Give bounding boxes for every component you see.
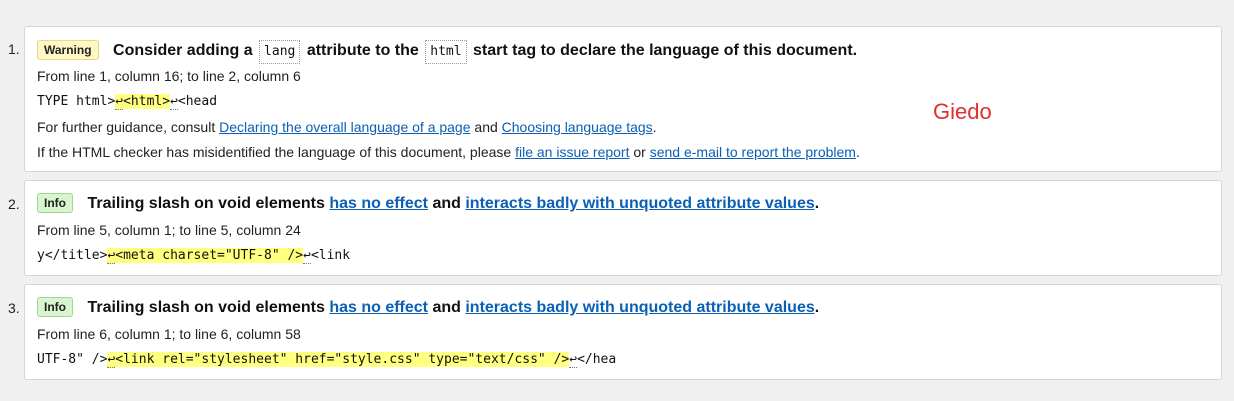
message-number: 1. bbox=[8, 41, 20, 57]
line-break-marker: ↩ bbox=[170, 94, 178, 110]
link-interacts-badly[interactable]: interacts badly with unquoted attribute … bbox=[465, 195, 814, 212]
message-summary: Warning Consider adding a lang attribute… bbox=[37, 40, 857, 64]
message-summary: Info Trailing slash on void elements has… bbox=[37, 297, 819, 317]
link-interacts-badly[interactable]: interacts badly with unquoted attribute … bbox=[465, 299, 814, 316]
message-text: attribute to the bbox=[306, 42, 419, 59]
message-summary: Info Trailing slash on void elements has… bbox=[37, 193, 819, 213]
message-info-trailing-slash: Info Trailing slash on void elements has… bbox=[24, 180, 1222, 276]
guidance-text: . bbox=[652, 119, 657, 135]
message-number: 3. bbox=[8, 300, 20, 316]
message-info-trailing-slash: Info Trailing slash on void elements has… bbox=[24, 284, 1222, 380]
link-send-email[interactable]: send e-mail to report the problem bbox=[650, 144, 856, 160]
extract-highlight: <link rel="stylesheet" href="style.css" … bbox=[115, 352, 570, 367]
extract-text: y</title> bbox=[37, 248, 108, 263]
message-number: 2. bbox=[8, 196, 20, 212]
extract-text: <head bbox=[177, 94, 218, 109]
extract-highlight: <meta charset="UTF-8" /> bbox=[115, 248, 304, 263]
extract-text: TYPE html> bbox=[37, 94, 116, 109]
extract-text: </hea bbox=[577, 352, 617, 367]
extract-text: UTF-8" /> bbox=[37, 352, 108, 367]
source-extract: TYPE html>↩<html>↩<head bbox=[37, 94, 218, 110]
report-text: If the HTML checker has misidentified th… bbox=[37, 144, 512, 160]
code-lang: lang bbox=[259, 40, 301, 64]
warning-badge: Warning bbox=[37, 40, 99, 60]
line-break-marker: ↩ bbox=[569, 352, 578, 368]
source-extract: y</title>↩<meta charset="UTF-8" />↩<link bbox=[37, 248, 351, 264]
report-text: . bbox=[855, 144, 860, 160]
message-text: Trailing slash on void elements bbox=[87, 195, 325, 212]
link-file-issue[interactable]: file an issue report bbox=[515, 144, 629, 160]
message-text: . bbox=[814, 299, 820, 316]
line-break-marker: ↩ bbox=[303, 248, 311, 264]
extract-text: <link bbox=[310, 248, 351, 263]
link-has-no-effect[interactable]: has no effect bbox=[329, 195, 428, 212]
watermark-name: Giedo bbox=[933, 99, 992, 124]
message-warning-lang: Warning Consider adding a lang attribute… bbox=[24, 26, 1222, 172]
message-text: start tag to declare the language of thi… bbox=[473, 42, 858, 59]
message-text: and bbox=[432, 195, 461, 212]
message-text: and bbox=[432, 299, 461, 316]
info-badge: Info bbox=[37, 297, 73, 317]
location: From line 1, column 16; to line 2, colum… bbox=[37, 68, 301, 84]
guidance-paragraph: For further guidance, consult Declaring … bbox=[37, 119, 657, 135]
info-badge: Info bbox=[37, 193, 73, 213]
report-paragraph: If the HTML checker has misidentified th… bbox=[37, 144, 860, 160]
link-has-no-effect[interactable]: has no effect bbox=[329, 299, 428, 316]
link-declaring-language[interactable]: Declaring the overall language of a page bbox=[219, 119, 470, 135]
source-extract: UTF-8" /> ↩<link rel="stylesheet" href="s… bbox=[37, 352, 617, 368]
line-break-marker: ↩ bbox=[115, 94, 124, 110]
location: From line 5, column 1; to line 5, column… bbox=[37, 222, 301, 238]
code-html: html bbox=[425, 40, 467, 64]
message-text: Consider adding a bbox=[113, 42, 253, 59]
report-text: or bbox=[633, 144, 646, 160]
location: From line 6, column 1; to line 6, column… bbox=[37, 326, 301, 342]
guidance-text: For further guidance, consult bbox=[37, 119, 216, 135]
link-choosing-language-tags[interactable]: Choosing language tags bbox=[502, 119, 653, 135]
extract-highlight: <html> bbox=[123, 94, 171, 109]
guidance-text: and bbox=[474, 119, 498, 135]
message-text: . bbox=[814, 195, 820, 212]
message-text: Trailing slash on void elements bbox=[87, 299, 325, 316]
